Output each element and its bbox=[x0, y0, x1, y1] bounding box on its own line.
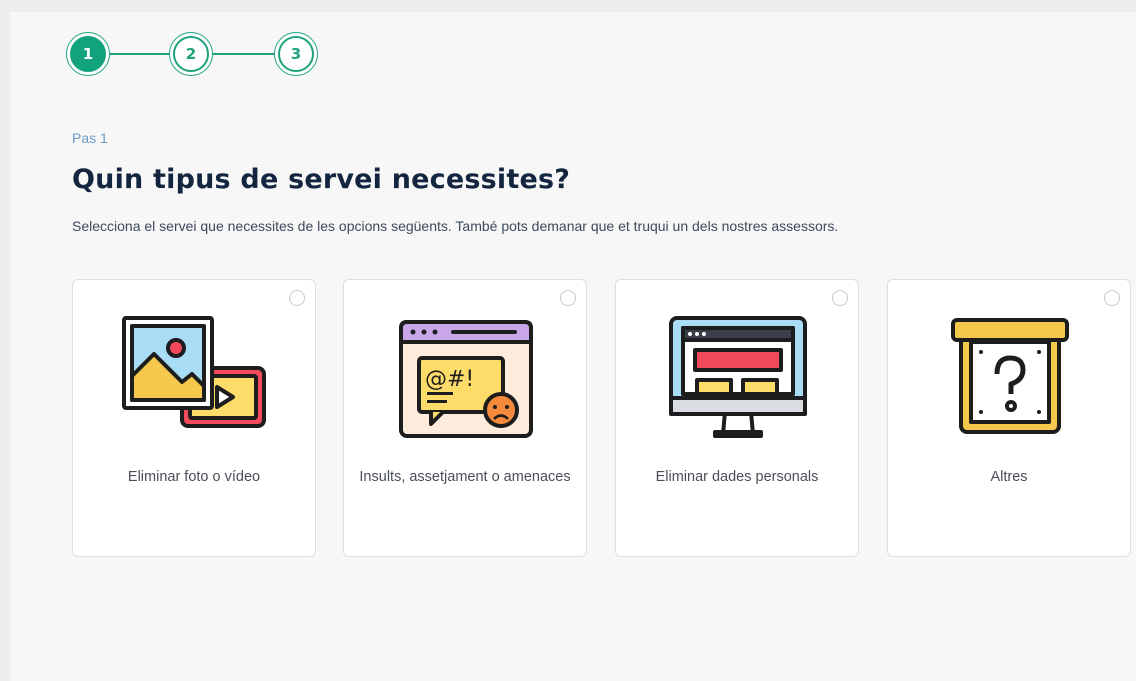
page-title: Quin tipus de servei necessites? bbox=[72, 164, 571, 195]
step-2-number: 2 bbox=[173, 36, 209, 72]
step-3-number: 3 bbox=[278, 36, 314, 72]
svg-text:@#!: @#! bbox=[425, 367, 474, 392]
option-radio[interactable] bbox=[832, 290, 848, 306]
option-label: Insults, assetjament o amenaces bbox=[359, 469, 571, 485]
step-label: Pas 1 bbox=[72, 130, 108, 146]
option-card-photo-video[interactable]: Eliminar foto o vídeo bbox=[72, 279, 316, 557]
step-3[interactable]: 3 bbox=[274, 32, 318, 76]
insult-window-icon: @#! bbox=[399, 320, 533, 438]
option-card-insults[interactable]: @#! Insults, assetjament o amenaces bbox=[343, 279, 587, 557]
stepper: 1 2 3 bbox=[66, 32, 326, 80]
page-subtitle: Selecciona el servei que necessites de l… bbox=[72, 218, 839, 234]
step-connector bbox=[213, 53, 274, 55]
monitor-data-icon bbox=[669, 316, 807, 438]
option-radio[interactable] bbox=[560, 290, 576, 306]
step-2[interactable]: 2 bbox=[169, 32, 213, 76]
option-card-personal-data[interactable]: Eliminar dades personals bbox=[615, 279, 859, 557]
option-card-others[interactable]: Altres bbox=[887, 279, 1131, 557]
option-label: Eliminar dades personals bbox=[655, 469, 819, 485]
option-radio[interactable] bbox=[289, 290, 305, 306]
option-label: Altres bbox=[990, 469, 1028, 485]
option-radio[interactable] bbox=[1104, 290, 1120, 306]
photo-video-icon bbox=[122, 316, 266, 428]
question-box-icon bbox=[951, 318, 1069, 434]
step-connector bbox=[110, 53, 169, 55]
step-1[interactable]: 1 bbox=[66, 32, 110, 76]
step-1-number: 1 bbox=[70, 36, 106, 72]
option-label: Eliminar foto o vídeo bbox=[127, 469, 261, 485]
